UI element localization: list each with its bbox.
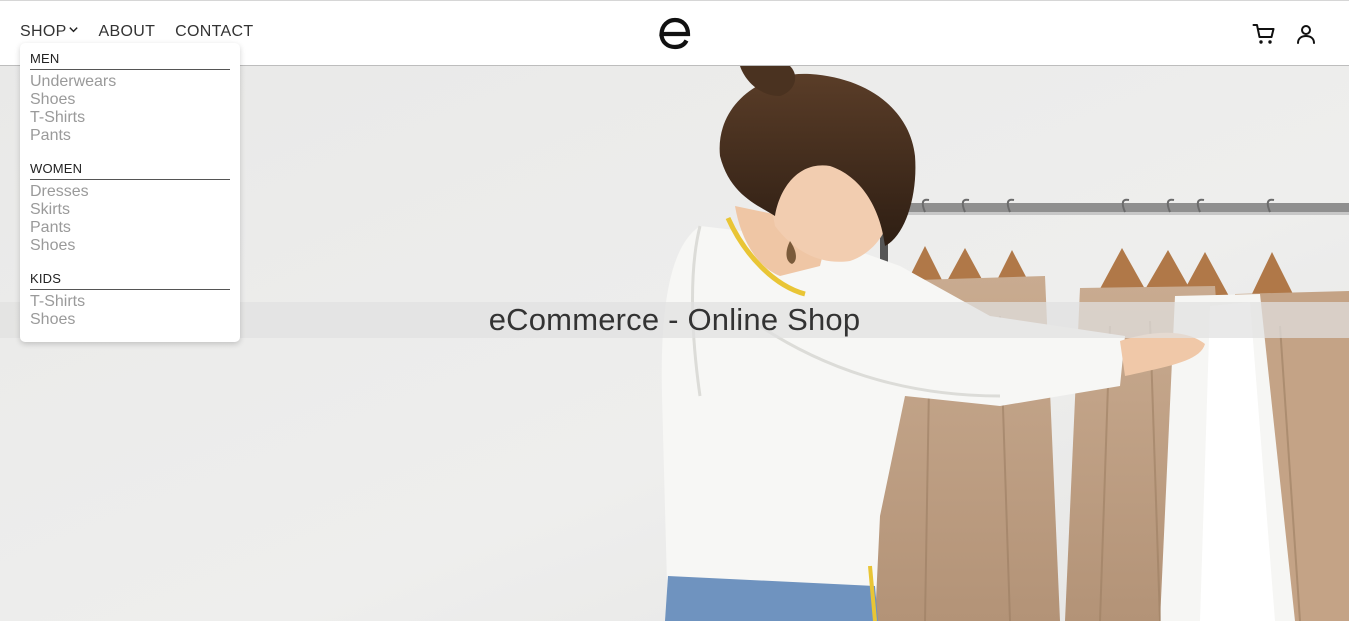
user-icon: [1297, 25, 1315, 44]
dropdown-item[interactable]: T-Shirts: [30, 109, 230, 127]
account-button[interactable]: [1293, 21, 1319, 47]
dropdown-item[interactable]: Skirts: [30, 201, 230, 219]
dropdown-item[interactable]: T-Shirts: [30, 293, 230, 311]
header-actions: [1251, 21, 1319, 47]
hero-title: eCommerce - Online Shop: [488, 302, 861, 337]
nav-about[interactable]: ABOUT: [99, 23, 156, 41]
nav-shop[interactable]: SHOP: [20, 23, 79, 41]
nav-contact[interactable]: CONTACT: [175, 23, 253, 41]
cart-button[interactable]: [1251, 21, 1277, 47]
dropdown-section-kids: KIDS T-Shirts Shoes: [30, 271, 230, 329]
nav-shop-label: SHOP: [20, 23, 67, 40]
dropdown-item[interactable]: Underwears: [30, 73, 230, 91]
dropdown-heading: MEN: [30, 51, 230, 70]
dropdown-heading: WOMEN: [30, 161, 230, 180]
main-nav: SHOP ABOUT CONTACT: [20, 23, 253, 41]
dropdown-item[interactable]: Pants: [30, 127, 230, 145]
dropdown-item[interactable]: Shoes: [30, 91, 230, 109]
logo-icon[interactable]: [655, 11, 695, 55]
chevron-down-icon: [68, 26, 78, 32]
shop-dropdown-menu: MEN Underwears Shoes T-Shirts Pants WOME…: [20, 43, 240, 342]
dropdown-item[interactable]: Shoes: [30, 311, 230, 329]
dropdown-item[interactable]: Dresses: [30, 183, 230, 201]
dropdown-section-women: WOMEN Dresses Skirts Pants Shoes: [30, 161, 230, 255]
dropdown-section-men: MEN Underwears Shoes T-Shirts Pants: [30, 51, 230, 145]
dropdown-item[interactable]: Shoes: [30, 237, 230, 255]
dropdown-heading: KIDS: [30, 271, 230, 290]
dropdown-item[interactable]: Pants: [30, 219, 230, 237]
cart-icon: [1252, 24, 1275, 44]
